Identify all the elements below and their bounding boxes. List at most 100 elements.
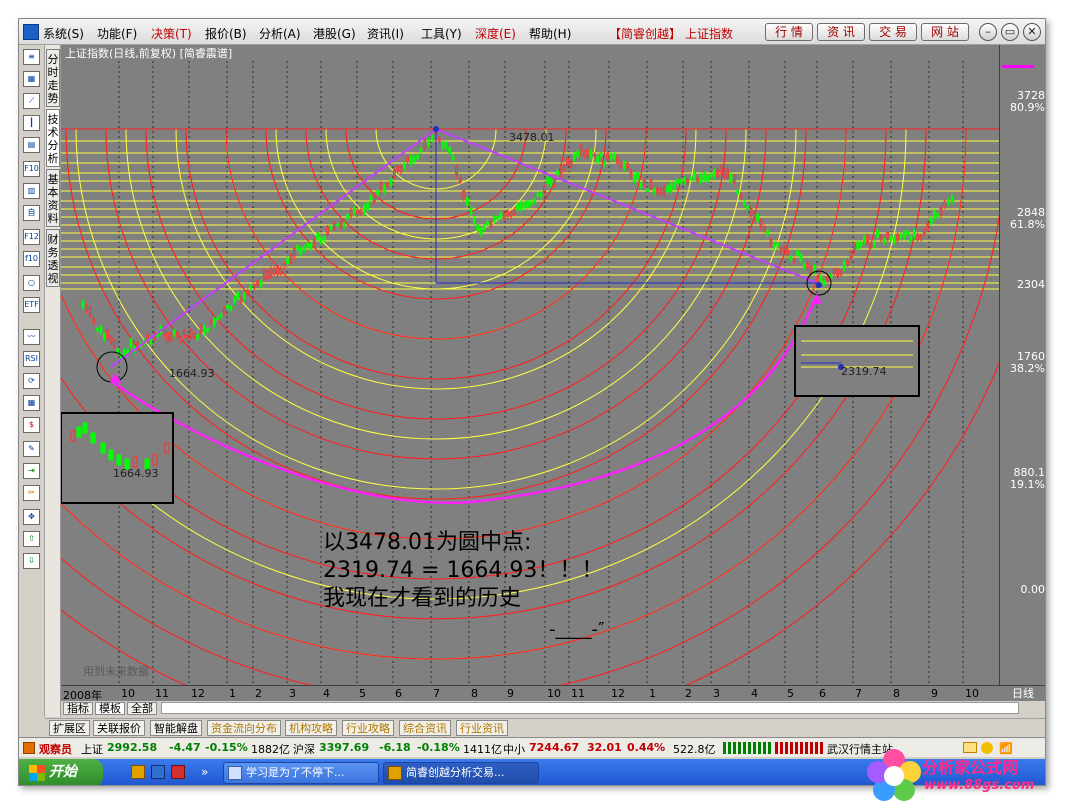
candle-body: [302, 246, 306, 251]
pencil-icon[interactable]: ✏: [23, 485, 40, 501]
candle-body: [909, 236, 913, 242]
menu-decision[interactable]: 决策(T): [151, 25, 192, 42]
f12-icon[interactable]: F12: [23, 229, 40, 245]
export-icon[interactable]: ⇥: [23, 463, 40, 479]
restore-button[interactable]: ▭: [1001, 23, 1019, 41]
refresh-icon[interactable]: ⟳: [23, 373, 40, 389]
table-icon[interactable]: ▤: [23, 137, 40, 153]
menu-tools[interactable]: 工具(Y): [421, 25, 462, 42]
quicklaunch-icon[interactable]: [171, 765, 185, 779]
candle-body: [943, 201, 947, 207]
menu-hk[interactable]: 港股(G): [313, 25, 356, 42]
menu-function[interactable]: 功能(F): [97, 25, 137, 42]
quicklaunch-icon[interactable]: [151, 765, 165, 779]
arrow-up-icon[interactable]: ⇧: [23, 531, 40, 547]
date-label: 8: [893, 687, 900, 700]
bottom-tab[interactable]: 关联报价: [93, 720, 145, 736]
inset-candle: [76, 426, 82, 438]
close-button[interactable]: ✕: [1023, 23, 1041, 41]
candle-body: [502, 213, 506, 219]
date-label: 6: [395, 687, 402, 700]
bottom-tab[interactable]: 资金流向分布: [207, 720, 281, 736]
search-icon[interactable]: ○: [23, 275, 40, 291]
candle-body: [679, 179, 683, 184]
website-button[interactable]: 网 站: [921, 23, 969, 41]
menu-depth[interactable]: 深度(E): [475, 25, 516, 42]
inset-right-label: 2319.74: [841, 365, 887, 378]
inset-candle: [116, 454, 122, 466]
rsi-icon[interactable]: RSI: [23, 351, 40, 367]
candle-body: [419, 148, 423, 152]
candle-body: [552, 176, 556, 185]
custom-icon[interactable]: 自: [23, 205, 40, 221]
inset-candle: [90, 432, 96, 444]
bottom-tab[interactable]: 扩展区: [49, 720, 90, 736]
note-icon[interactable]: ✎: [23, 441, 40, 457]
menu-analysis[interactable]: 分析(A): [259, 25, 301, 42]
period-label[interactable]: 日线: [999, 685, 1045, 701]
trade-button[interactable]: 交 易: [869, 23, 917, 41]
price-axis: 3728 80.9% 2848 61.8% 2304 1760 38.2% 88…: [999, 45, 1045, 685]
chevron-right-icon[interactable]: »: [201, 765, 208, 779]
etf-icon[interactable]: ETF: [23, 297, 40, 313]
observer-label[interactable]: 观察员: [39, 741, 72, 757]
hs-amount: 1411亿: [463, 743, 502, 756]
taskbar-item[interactable]: 学习是为了不停下...: [223, 762, 379, 784]
bottom-tab[interactable]: 机构攻略: [285, 720, 337, 736]
arrow-down-icon[interactable]: ⇩: [23, 553, 40, 569]
candlestick-icon[interactable]: ┃: [23, 115, 40, 131]
price-chart[interactable]: 3478.01 1664.93 2319.74 1664.93 以3478.01为圆中点…: [61, 45, 999, 685]
date-label: 2: [685, 687, 692, 700]
candle-body: [879, 235, 883, 241]
bottom-tab[interactable]: 综合资讯: [399, 720, 451, 736]
candle-body: [106, 330, 110, 339]
minimize-button[interactable]: –: [979, 23, 997, 41]
start-button[interactable]: 开始: [19, 759, 103, 785]
tab-financial[interactable]: 财务透视: [46, 229, 60, 287]
bottom-tabs: 扩展区 关联报价 智能解盘 资金流向分布 机构攻略 行业攻略 综合资讯 行业资讯: [45, 718, 1045, 736]
tab-technical[interactable]: 技术分析: [46, 109, 60, 167]
tab-indicator[interactable]: 指标: [63, 702, 93, 715]
grid-icon[interactable]: ▦: [23, 71, 40, 87]
bottom-tab[interactable]: 行业攻略: [342, 720, 394, 736]
hs-label: 沪深: [293, 743, 315, 756]
candle-body: [869, 243, 873, 247]
f10-icon[interactable]: F10: [23, 161, 40, 177]
date-label: 6: [819, 687, 826, 700]
date-label: 9: [931, 687, 938, 700]
tab-intraday[interactable]: 分时走势: [46, 49, 60, 107]
menu-info[interactable]: 资讯(I): [367, 25, 404, 42]
candle-body: [849, 250, 853, 258]
candle-body: [222, 307, 226, 313]
bottom-tab[interactable]: 智能解盘: [150, 720, 202, 736]
candle-body: [406, 156, 410, 162]
bottom-tab[interactable]: 行业资讯: [456, 720, 508, 736]
watermark-url: www.88gs.com: [924, 778, 1035, 793]
dollar-icon[interactable]: $: [23, 417, 40, 433]
axis-pct: 61.8%: [1010, 218, 1045, 231]
move-icon[interactable]: ✥: [23, 509, 40, 525]
tab-fundamental[interactable]: 基本资料: [46, 169, 60, 227]
taskbar-item[interactable]: 简睿创越分析交易...: [383, 762, 539, 784]
indicator-scrollbar[interactable]: [161, 702, 1019, 714]
tab-template[interactable]: 模板: [95, 702, 125, 715]
f10b-icon[interactable]: f10: [23, 251, 40, 267]
calculator-icon[interactable]: ▦: [23, 395, 40, 411]
candle-body: [889, 235, 893, 241]
candle-body: [686, 179, 690, 183]
news-button[interactable]: 资 讯: [817, 23, 865, 41]
menu-quote[interactable]: 报价(B): [205, 25, 247, 42]
candle-body: [842, 261, 846, 269]
tab-all[interactable]: 全部: [127, 702, 157, 715]
menu-system[interactable]: 系统(S): [43, 25, 84, 42]
date-label: 1: [649, 687, 656, 700]
quicklaunch-icon[interactable]: [131, 765, 145, 779]
report-icon[interactable]: ▥: [23, 183, 40, 199]
candle-body: [369, 196, 373, 201]
line-chart-icon[interactable]: ⟋: [23, 93, 40, 109]
candle-body: [716, 169, 720, 177]
menu-help[interactable]: 帮助(H): [529, 25, 571, 42]
indicator-icon[interactable]: 〰: [23, 329, 40, 345]
list-icon[interactable]: ≡: [23, 49, 40, 65]
quote-button[interactable]: 行 情: [765, 23, 813, 41]
